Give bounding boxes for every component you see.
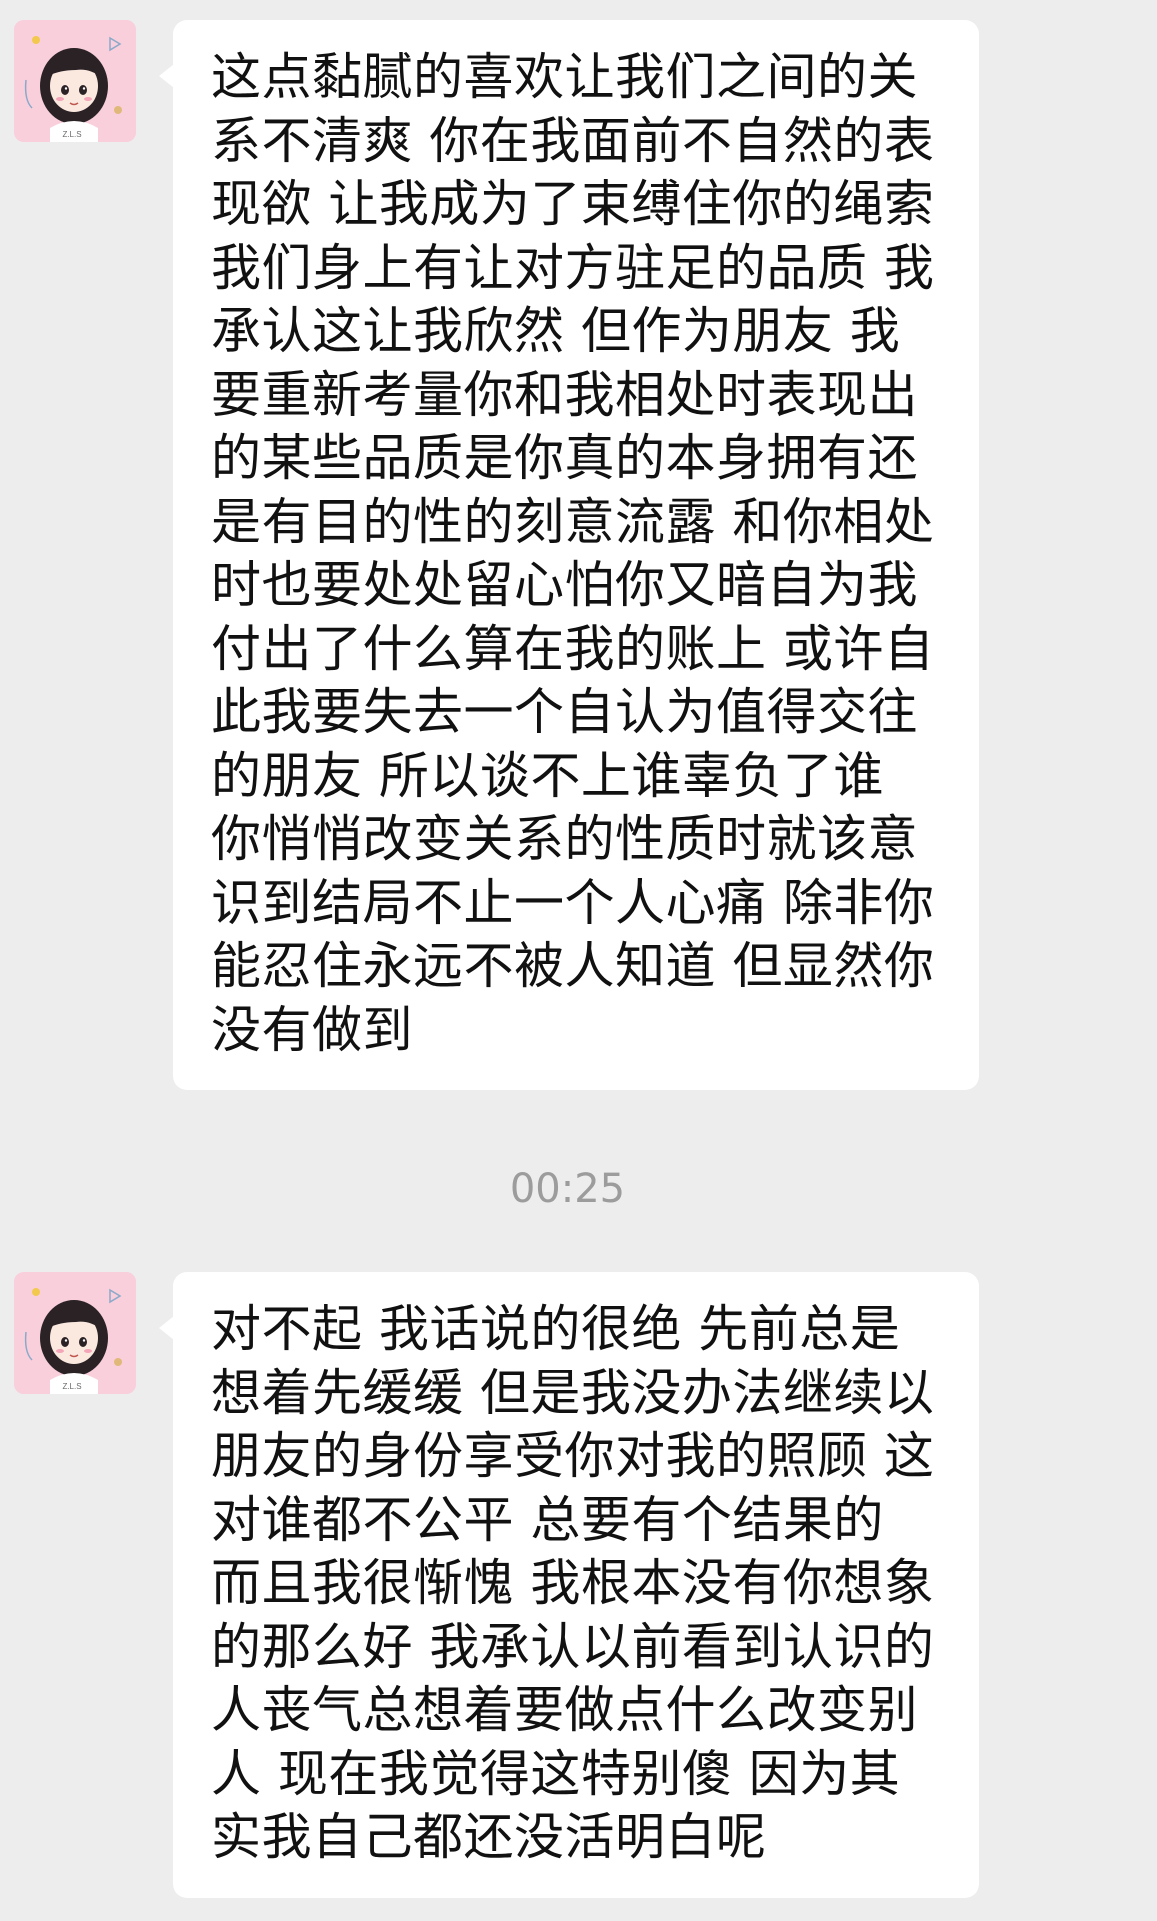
avatar-caption: Z.L.S [62,1382,81,1391]
avatar[interactable]: Z.L.S [14,1272,136,1394]
girl-avatar-icon: Z.L.S [14,20,136,142]
girl-avatar-icon: Z.L.S [14,1272,136,1394]
message-bubble[interactable]: 这点黏腻的喜欢让我们之间的关系不清爽 你在我面前不自然的表现欲 让我成为了束缚住… [159,20,979,1090]
message-text: 这点黏腻的喜欢让我们之间的关系不清爽 你在我面前不自然的表现欲 让我成为了束缚住… [211,48,935,1059]
avatar-caption: Z.L.S [62,130,81,139]
avatar[interactable]: Z.L.S [14,20,136,142]
message-bubble[interactable]: 对不起 我话说的很绝 先前总是想着先缓缓 但是我没办法继续以朋友的身份享受你对我… [159,1272,979,1898]
message-text: 对不起 我话说的很绝 先前总是想着先缓缓 但是我没办法继续以朋友的身份享受你对我… [211,1300,935,1866]
chat-window: Z.L.S 这点黏腻的喜欢让我们之间的关系不清爽 你在我面前不自然的表现欲 让我… [0,0,1157,1921]
timestamp: 00:25 [509,1166,626,1212]
